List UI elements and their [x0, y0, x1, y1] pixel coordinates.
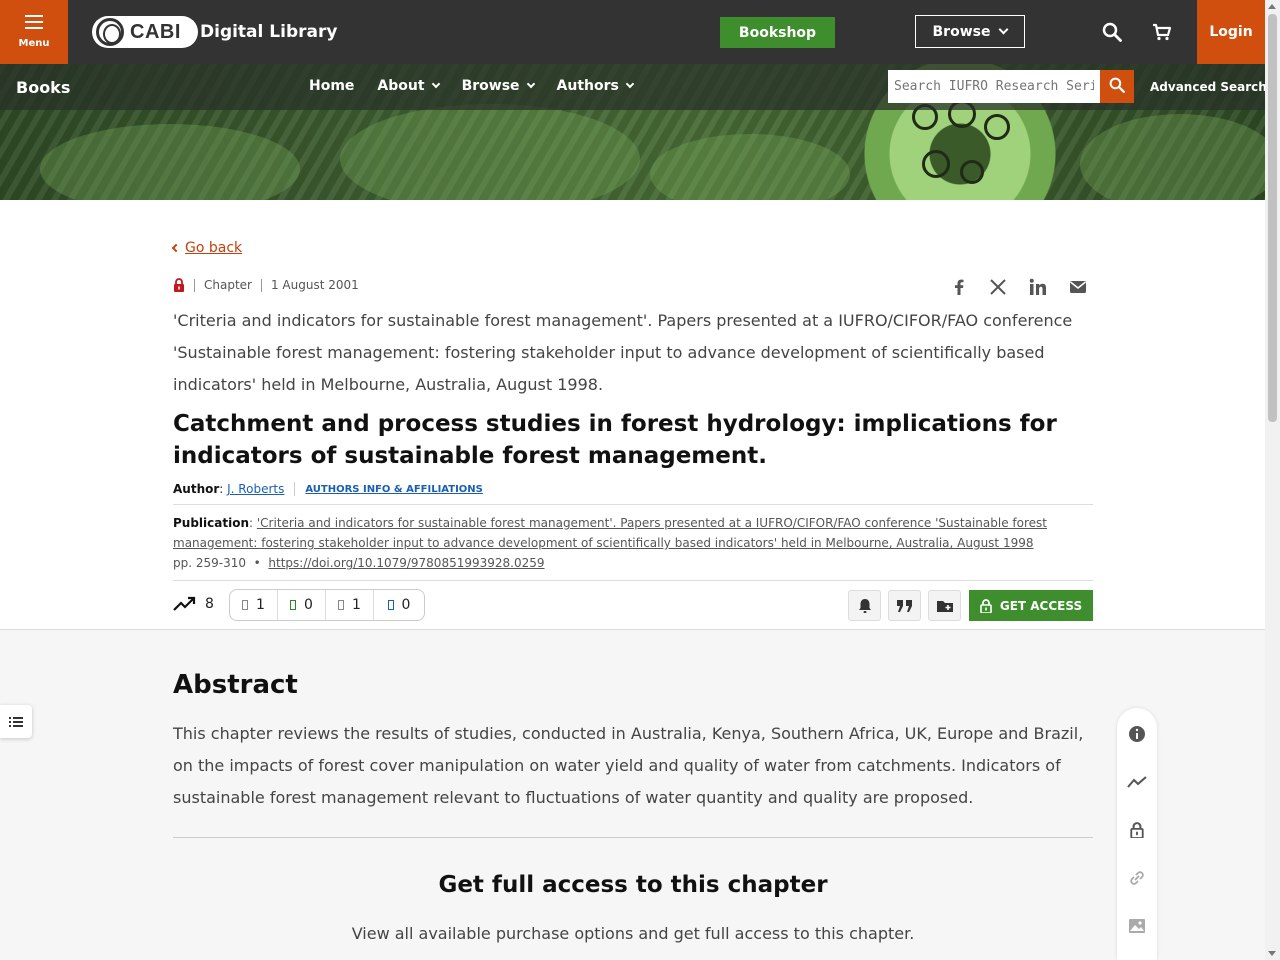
- publish-date: 1 August 2001: [270, 278, 359, 292]
- trending-up-icon: [173, 596, 196, 611]
- chevron-down-icon: [625, 79, 635, 89]
- metrics-group: 1 0 1 0: [229, 589, 425, 621]
- folder-add-icon: [936, 600, 953, 612]
- list-icon: [9, 716, 23, 727]
- chevron-down-icon: [431, 79, 440, 89]
- trend-metric[interactable]: 8: [173, 596, 214, 612]
- affiliations-link[interactable]: AUTHORS INFO & AFFILIATIONS: [305, 484, 483, 495]
- logo-mark: CABI: [92, 16, 198, 48]
- link-icon[interactable]: [1127, 868, 1147, 888]
- go-back-link[interactable]: Go back: [171, 240, 243, 256]
- metric-item[interactable]: 1: [230, 590, 278, 620]
- metric-item[interactable]: 0: [278, 590, 326, 620]
- metric-icon: [338, 600, 345, 610]
- scroll-up-arrow-icon[interactable]: [1268, 4, 1276, 9]
- metric-item[interactable]: 1: [326, 590, 374, 620]
- content-type: Chapter: [204, 278, 252, 292]
- book-description: 'Criteria and indicators for sustainable…: [173, 311, 1073, 394]
- cabi-logo[interactable]: CABI Digital Library: [92, 16, 337, 48]
- get-access-label: GET ACCESS: [999, 598, 1083, 613]
- alert-button[interactable]: [848, 590, 881, 621]
- series-search-input[interactable]: [888, 70, 1100, 103]
- trend-count: 8: [205, 596, 214, 612]
- page-range: pp. 259-310: [173, 556, 247, 570]
- publication-block: Publication: 'Criteria and indicators fo…: [173, 516, 1047, 570]
- metric-value: 1: [352, 597, 361, 613]
- nav-home[interactable]: Home: [309, 78, 354, 94]
- author-label: Author: [173, 482, 220, 496]
- article-meta: Chapter 1 August 2001: [173, 278, 359, 292]
- abstract-heading: Abstract: [173, 670, 298, 700]
- scroll-thumb[interactable]: [1268, 14, 1277, 422]
- divider: [173, 504, 1093, 505]
- nav-browse-label: Browse: [461, 78, 520, 94]
- full-access-text: View all available purchase options and …: [351, 924, 915, 943]
- lock-icon: [980, 598, 992, 613]
- scroll-down-arrow-icon[interactable]: [1268, 951, 1276, 956]
- metric-value: 1: [256, 597, 265, 613]
- abstract-text: This chapter reviews the results of stud…: [173, 724, 1084, 807]
- metric-icon: [242, 600, 249, 610]
- nav-browse[interactable]: Browse: [461, 78, 535, 94]
- chevron-left-icon: [171, 243, 181, 253]
- metric-icon: [290, 600, 297, 610]
- nav-home-label: Home: [309, 78, 355, 94]
- metric-value: 0: [304, 597, 313, 613]
- facebook-icon[interactable]: [950, 278, 968, 296]
- access-lock-icon[interactable]: [1127, 820, 1147, 840]
- bell-icon: [858, 598, 871, 613]
- metrics-icon[interactable]: [1127, 772, 1147, 792]
- info-icon[interactable]: [1127, 724, 1147, 744]
- cart-icon[interactable]: [1152, 23, 1172, 41]
- nav-about-label: About: [377, 78, 425, 94]
- chevron-down-icon: [526, 79, 535, 89]
- site-name: Digital Library: [200, 22, 338, 42]
- hamburger-icon: [25, 15, 43, 33]
- menu-button[interactable]: Menu: [0, 0, 68, 64]
- chapter-title: Catchment and process studies in forest …: [173, 411, 1057, 469]
- top-bar: Menu CABI Digital Library Bookshop Brows…: [0, 0, 1265, 64]
- nav-authors-label: Authors: [556, 78, 619, 94]
- lock-icon: [174, 278, 184, 292]
- browse-dropdown[interactable]: Browse: [915, 15, 1025, 48]
- menu-label: Menu: [18, 38, 50, 49]
- logo-text: CABI: [130, 20, 181, 43]
- bookshop-button[interactable]: Bookshop: [720, 17, 835, 48]
- cite-button[interactable]: [888, 590, 921, 621]
- nav-authors[interactable]: Authors: [556, 78, 635, 94]
- linkedin-icon[interactable]: [1029, 278, 1047, 296]
- publication-link[interactable]: 'Criteria and indicators for sustainable…: [173, 516, 1047, 550]
- section-title[interactable]: Books: [16, 78, 70, 97]
- search-icon: [1109, 77, 1125, 93]
- nav-about[interactable]: About: [377, 78, 440, 94]
- save-to-folder-button[interactable]: [928, 590, 961, 621]
- page-scrollbar[interactable]: [1265, 0, 1280, 960]
- divider: [173, 580, 1093, 581]
- chevron-down-icon: [999, 24, 1009, 35]
- go-back-label: Go back: [185, 240, 243, 256]
- x-twitter-icon[interactable]: [989, 278, 1007, 296]
- quote-icon: [896, 599, 912, 612]
- image-icon[interactable]: [1127, 916, 1147, 936]
- table-of-contents-toggle[interactable]: [0, 705, 32, 738]
- login-button[interactable]: Login: [1197, 0, 1265, 64]
- full-access-heading: Get full access to this chapter: [438, 872, 828, 898]
- metric-icon: [387, 600, 394, 610]
- subnav-links: Home About Browse Authors: [309, 78, 635, 94]
- author-link[interactable]: J. Roberts: [227, 482, 284, 496]
- email-icon[interactable]: [1069, 278, 1087, 296]
- browse-label: Browse: [932, 23, 991, 40]
- divider: [173, 837, 1093, 838]
- metric-value: 0: [401, 597, 411, 613]
- logo-emblem-icon: [96, 18, 124, 46]
- doi-link[interactable]: https://doi.org/10.1079/9780851993928.02…: [268, 556, 544, 570]
- series-search-button[interactable]: [1100, 70, 1134, 103]
- metric-item[interactable]: 0: [374, 590, 424, 620]
- publication-label: Publication: [173, 516, 250, 530]
- author-row: Author: J. Roberts AUTHORS INFO & AFFILI…: [173, 482, 483, 496]
- search-icon[interactable]: [1102, 22, 1122, 42]
- advanced-search-link[interactable]: Advanced Search: [1150, 80, 1267, 94]
- get-access-button[interactable]: GET ACCESS: [969, 590, 1093, 621]
- side-rail: [1117, 708, 1157, 960]
